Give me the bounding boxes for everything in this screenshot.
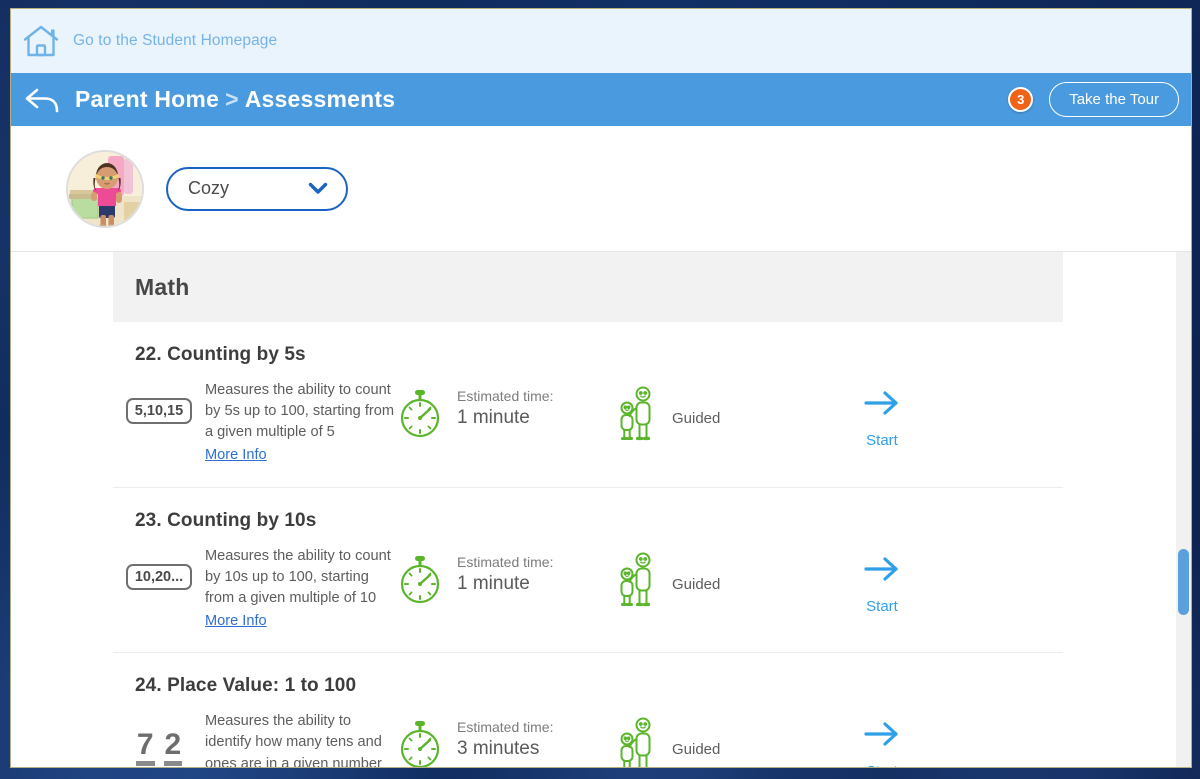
mode-column: Guided bbox=[612, 546, 827, 610]
guided-parent-child-icon bbox=[612, 717, 662, 767]
assessment-description: Measures the ability to count by 10s up … bbox=[205, 547, 391, 606]
student-selector-bar: Cozy bbox=[11, 126, 1191, 252]
assessment-description-column: Measures the ability to identify how man… bbox=[205, 711, 397, 768]
assessment-description-column: Measures the ability to count by 10s up … bbox=[205, 546, 397, 633]
place-value-digit-ones: 2 bbox=[163, 729, 183, 766]
scrollbar[interactable] bbox=[1176, 252, 1191, 767]
assessment-title: 24. Place Value: 1 to 100 bbox=[135, 675, 357, 697]
assessment-icon: 5,10,15 bbox=[113, 380, 205, 424]
stopwatch-icon bbox=[397, 388, 443, 440]
take-the-tour-button[interactable]: Take the Tour bbox=[1049, 82, 1179, 117]
estimated-time-value: 1 minute bbox=[457, 572, 530, 594]
estimated-time-text: Estimated time: 3 minutes bbox=[457, 719, 553, 762]
student-homepage-link[interactable]: Go to the Student Homepage bbox=[73, 32, 277, 50]
estimated-time-column: Estimated time: 1 minute bbox=[397, 380, 612, 440]
estimated-time-value: 1 minute bbox=[457, 407, 530, 428]
start-label: Start bbox=[866, 597, 898, 615]
estimated-time-column: Estimated time: 3 minutes bbox=[397, 711, 612, 767]
counting-chip-icon: 5,10,15 bbox=[125, 398, 193, 424]
chevron-down-icon bbox=[308, 182, 328, 195]
place-value-digit-tens: 7 bbox=[135, 729, 155, 766]
estimated-time-label: Estimated time: bbox=[457, 719, 554, 736]
back-arrow-icon[interactable] bbox=[23, 85, 63, 115]
estimated-time-text: Estimated time: 1 minute bbox=[457, 388, 553, 431]
assessment-row: 24. Place Value: 1 to 100 7 2 Measures t… bbox=[113, 653, 1063, 768]
arrow-right-icon bbox=[862, 554, 902, 584]
mode-label: Guided bbox=[672, 741, 721, 759]
more-info-link[interactable]: More Info bbox=[205, 445, 267, 466]
arrow-right-icon bbox=[862, 719, 902, 749]
breadcrumb-current: Assessments bbox=[244, 86, 396, 112]
estimated-time-text: Estimated time: 1 minute bbox=[457, 554, 553, 597]
subject-card: Math 22. Counting by 5s 5,10,15 Measures… bbox=[113, 252, 1063, 768]
stopwatch-icon bbox=[397, 719, 443, 767]
mode-column: Guided bbox=[612, 711, 827, 767]
assessment-icon: 7 2 bbox=[113, 711, 205, 766]
assessments-content: Math 22. Counting by 5s 5,10,15 Measures… bbox=[11, 252, 1191, 768]
stopwatch-icon bbox=[397, 554, 443, 606]
breadcrumb-actions: 3 Take the Tour bbox=[1008, 82, 1179, 117]
estimated-time-column: Estimated time: 1 minute bbox=[397, 546, 612, 606]
page-viewport: Go to the Student Homepage Parent Home > A… bbox=[10, 8, 1192, 768]
start-assessment-button[interactable]: Start bbox=[827, 380, 937, 449]
breadcrumb-bar: Parent Home > Assessments 3 Take the Tour bbox=[11, 73, 1191, 126]
start-label: Start bbox=[866, 763, 898, 767]
page-title: Math bbox=[135, 273, 190, 300]
mode-label: Guided bbox=[672, 410, 721, 427]
assessment-description: Measures the ability to count by 5s up t… bbox=[205, 382, 395, 441]
notification-badge[interactable]: 3 bbox=[1008, 87, 1034, 112]
assessment-description: Measures the ability to identify how man… bbox=[205, 713, 382, 768]
breadcrumb-parent[interactable]: Parent Home bbox=[75, 86, 219, 112]
start-label: Start bbox=[866, 432, 898, 449]
avatar[interactable] bbox=[66, 149, 144, 228]
guided-parent-child-icon bbox=[612, 386, 662, 444]
mode-label: Guided bbox=[672, 575, 721, 593]
home-icon[interactable] bbox=[21, 21, 61, 61]
assessment-icon: 10,20... bbox=[113, 546, 205, 590]
student-homepage-bar: Go to the Student Homepage bbox=[11, 9, 1191, 73]
counting-chip-icon: 10,20... bbox=[125, 563, 193, 590]
assessment-row: 22. Counting by 5s 5,10,15 Measures the … bbox=[113, 322, 1063, 488]
more-info-link[interactable]: More Info bbox=[205, 611, 267, 632]
estimated-time-label: Estimated time: bbox=[457, 388, 554, 404]
start-assessment-button[interactable]: Start bbox=[827, 711, 937, 767]
mode-column: Guided bbox=[612, 380, 827, 444]
scrollbar-thumb[interactable] bbox=[1178, 549, 1189, 615]
breadcrumb: Parent Home > Assessments bbox=[75, 86, 395, 113]
assessment-title: 23. Counting by 10s bbox=[135, 509, 317, 531]
selected-student-name: Cozy bbox=[188, 178, 230, 198]
estimated-time-label: Estimated time: bbox=[457, 553, 554, 570]
arrow-right-icon bbox=[862, 388, 902, 418]
start-assessment-button[interactable]: Start bbox=[827, 546, 937, 615]
student-select-dropdown[interactable]: Cozy bbox=[166, 166, 348, 211]
guided-parent-child-icon bbox=[612, 552, 662, 610]
subject-card-header: Math bbox=[113, 252, 1063, 322]
breadcrumb-separator: > bbox=[225, 86, 239, 112]
place-value-icon: 7 2 bbox=[135, 729, 183, 766]
assessment-title: 22. Counting by 5s bbox=[135, 344, 306, 365]
assessment-row: 23. Counting by 10s 10,20... Measures th… bbox=[113, 488, 1063, 654]
assessment-description-column: Measures the ability to count by 5s up t… bbox=[205, 380, 397, 467]
estimated-time-value: 3 minutes bbox=[457, 738, 540, 760]
